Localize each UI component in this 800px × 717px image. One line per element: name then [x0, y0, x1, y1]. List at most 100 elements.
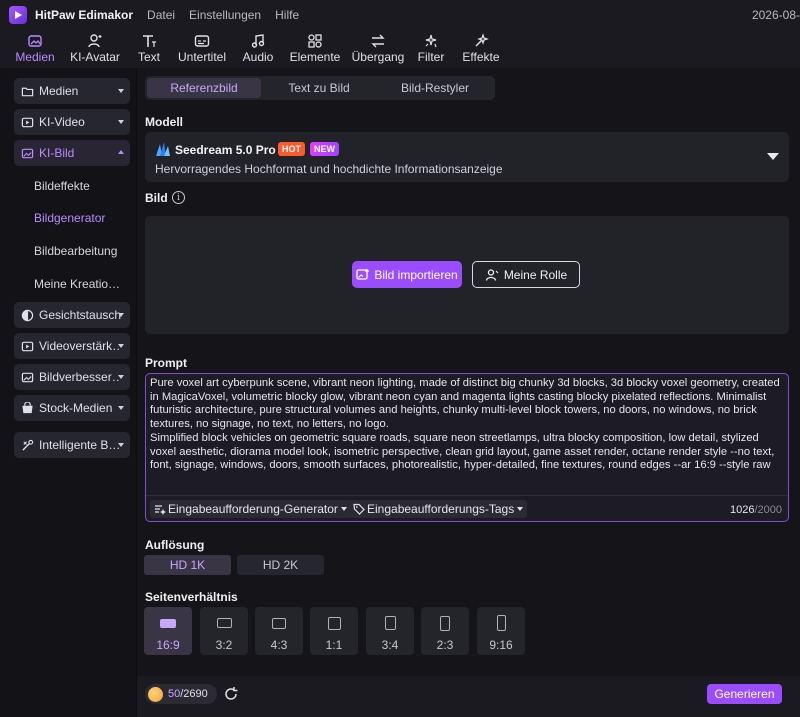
sidebar-item-label: Intelligente B… [39, 438, 121, 452]
toolbar-elemente[interactable]: Elemente [282, 30, 348, 68]
refresh-icon[interactable] [223, 686, 239, 702]
aspect-label: 9:16 [489, 638, 513, 652]
model-name: Seedream 5.0 Pro [175, 143, 276, 157]
aspect-1-1[interactable]: 1:1 [310, 607, 358, 655]
tag-icon [353, 503, 365, 515]
import-image-button[interactable]: Bild importieren [352, 261, 462, 288]
toolbar-audio[interactable]: Audio [234, 30, 282, 68]
toolbar-label: Filter [417, 50, 445, 64]
tab-bild-restyler[interactable]: Bild-Restyler [377, 78, 493, 98]
menu-datei[interactable]: Datei [147, 8, 175, 22]
sidebar-sub-bildgenerator[interactable]: Bildgenerator [34, 211, 105, 225]
info-icon[interactable]: i [172, 191, 185, 204]
sidebar-sub-meine-kreationen[interactable]: Meine Kreatio… [34, 277, 120, 291]
sidebar-item-label: Bildverbesser… [39, 370, 121, 384]
credits-total: /2690 [180, 688, 208, 700]
elements-icon [306, 33, 324, 49]
toolbar-text[interactable]: Text [128, 30, 170, 68]
aspect-3-4[interactable]: 3:4 [366, 607, 414, 655]
chevron-down-icon [118, 443, 124, 447]
user-icon [485, 268, 499, 281]
ratio-4-3-icon [272, 617, 286, 629]
prompt-text[interactable]: Pure voxel art cyberpunk scene, vibrant … [150, 377, 782, 473]
sidebar-item-gesichtstausch[interactable]: Gesichtstausch [14, 302, 130, 328]
image-upload-area[interactable]: Bild importieren Meine Rolle [145, 216, 789, 334]
resolution-hd1k[interactable]: HD 1K [144, 555, 231, 575]
hot-badge: HOT [278, 142, 305, 156]
prompt-generator-dropdown[interactable]: Eingabeaufforderung-Generator [150, 500, 351, 518]
sidebar: Medien KI-Video KI-Bild Bildeffekte Bild… [8, 70, 136, 717]
audio-icon [249, 33, 267, 49]
aspect-3-2[interactable]: 3:2 [200, 607, 248, 655]
my-role-label: Meine Rolle [503, 267, 568, 282]
sidebar-item-videoverstaerker[interactable]: Videoverstärk… [14, 333, 130, 359]
chevron-down-icon [118, 406, 124, 410]
prompt-input[interactable]: Pure voxel art cyberpunk scene, vibrant … [145, 373, 789, 522]
char-count: 1026 [729, 504, 755, 516]
aspect-9-16[interactable]: 9:16 [477, 607, 525, 655]
sidebar-item-medien[interactable]: Medien [14, 78, 130, 104]
video-icon [20, 115, 34, 129]
ratio-1-1-icon [327, 616, 341, 630]
prompt-label: Prompt [145, 356, 187, 370]
transition-icon [369, 33, 387, 49]
tab-text-zu-bild[interactable]: Text zu Bild [261, 78, 377, 98]
aspect-4-3[interactable]: 4:3 [255, 607, 303, 655]
media-icon [26, 33, 44, 49]
chevron-down-icon [118, 120, 124, 124]
sidebar-item-label: Medien [39, 84, 79, 98]
toolbar-effekte[interactable]: Effekte [454, 30, 508, 68]
chevron-down-icon [340, 507, 347, 511]
sidebar-sub-bildeffekte[interactable]: Bildeffekte [34, 179, 90, 193]
toolbar-label: Audio [242, 50, 274, 64]
sidebar-item-label: Stock-Medien [39, 401, 113, 415]
image-ai-icon [20, 146, 34, 160]
prompt-tags-label: Eingabeaufforderungs-Tags [367, 502, 515, 516]
sidebar-item-stock-medien[interactable]: Stock-Medien [14, 395, 130, 421]
tab-referenzbild[interactable]: Referenzbild [147, 78, 261, 98]
chevron-down-icon [118, 89, 124, 93]
video-enhance-icon [20, 339, 34, 353]
main-toolbar: Medien KI-Avatar Text Untertitel Audio E… [0, 30, 800, 68]
aspect-label: 3:4 [381, 638, 399, 652]
generate-button[interactable]: Generieren [707, 684, 782, 704]
chevron-down-icon [118, 375, 124, 379]
sidebar-item-ki-bild[interactable]: KI-Bild [14, 140, 130, 166]
model-select[interactable]: Seedream 5.0 Pro HOT NEW Hervorragendes … [145, 132, 789, 182]
sidebar-item-ki-video[interactable]: KI-Video [14, 109, 130, 135]
image-plus-icon [356, 268, 370, 280]
seedream-logo-icon [156, 142, 170, 156]
sidebar-sub-bildbearbeitung[interactable]: Bildbearbeitung [34, 244, 117, 258]
effects-icon [472, 33, 490, 49]
toolbar-untertitel[interactable]: Untertitel [170, 30, 234, 68]
app-name: HitPaw Edimakor [35, 8, 134, 22]
aspect-label: 2:3 [436, 638, 454, 652]
chevron-down-icon [118, 344, 124, 348]
char-counter: 1026/2000 [730, 504, 782, 516]
menu-einstellungen[interactable]: Einstellungen [189, 8, 261, 22]
toolbar-ki-avatar[interactable]: KI-Avatar [62, 30, 128, 68]
toolbar-label: Medien [15, 50, 55, 64]
chevron-up-icon [118, 150, 124, 154]
prompt-footer: Eingabeaufforderung-Generator Eingabeauf… [146, 495, 788, 521]
prompt-tags-dropdown[interactable]: Eingabeaufforderungs-Tags [349, 500, 528, 518]
my-role-button[interactable]: Meine Rolle [472, 261, 580, 288]
aspect-16-9[interactable]: 16:9 [144, 607, 192, 655]
prompt-generator-icon [155, 505, 166, 515]
toolbar-uebergang[interactable]: Übergang [348, 30, 408, 68]
toolbar-filter[interactable]: Filter [408, 30, 454, 68]
title-date: 2026-08- [751, 8, 800, 22]
credits-used: 50 [168, 688, 181, 700]
filter-icon [422, 33, 440, 49]
toolbar-label: Effekte [462, 50, 500, 64]
resolution-hd2k[interactable]: HD 2K [237, 555, 324, 575]
sidebar-item-bildverbesserer[interactable]: Bildverbesser… [14, 364, 130, 390]
app-logo-icon [9, 6, 27, 24]
subtitle-icon [193, 33, 211, 49]
toolbar-medien[interactable]: Medien [8, 30, 62, 68]
sidebar-item-label: KI-Video [39, 115, 85, 129]
chevron-down-icon[interactable] [767, 153, 779, 160]
sidebar-item-intelligente-bearbeitung[interactable]: Intelligente B… [14, 432, 130, 458]
menu-hilfe[interactable]: Hilfe [275, 8, 299, 22]
aspect-2-3[interactable]: 2:3 [421, 607, 469, 655]
